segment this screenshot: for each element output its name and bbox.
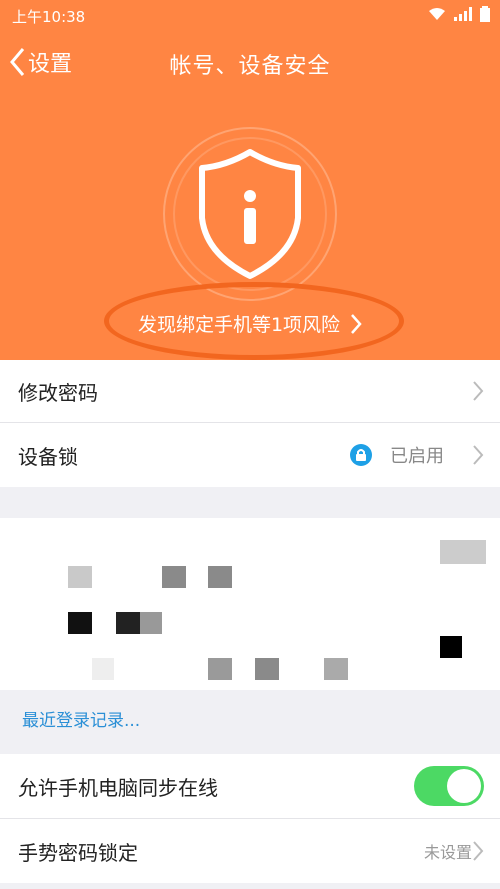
mosaic-block: [92, 658, 114, 680]
change-password-row[interactable]: 修改密码: [0, 360, 500, 422]
signal-icon: [454, 7, 472, 21]
mosaic-block: [208, 658, 232, 680]
mosaic-block: [324, 658, 348, 680]
mosaic-block: [440, 540, 486, 564]
mosaic-block: [162, 566, 186, 588]
sync-online-row: 允许手机电脑同步在线: [0, 754, 500, 818]
chevron-right-icon: [473, 445, 484, 465]
wifi-icon: [429, 8, 445, 20]
gesture-lock-label: 手势密码锁定: [18, 840, 138, 865]
mosaic-block: [140, 612, 162, 634]
gesture-lock-row[interactable]: 手势密码锁定 未设置: [0, 819, 500, 883]
chevron-right-icon: [351, 313, 362, 334]
mosaic-block: [440, 636, 462, 658]
status-time: 上午10:38: [12, 8, 86, 26]
mosaic-block: [68, 612, 92, 634]
chevron-right-icon: [473, 841, 484, 861]
security-shield: [162, 126, 338, 302]
login-devices-mosaic: [0, 518, 500, 690]
battery-icon: [480, 6, 490, 22]
status-icons: [428, 6, 490, 22]
device-lock-row[interactable]: 设备锁 已启用: [0, 423, 500, 487]
mosaic-block: [68, 566, 92, 588]
sync-online-label: 允许手机电脑同步在线: [18, 775, 218, 800]
status-bar: 上午10:38: [0, 0, 500, 30]
gesture-lock-value: 未设置: [423, 843, 472, 862]
chevron-right-icon: [473, 381, 484, 401]
risk-text: 发现绑定手机等1项风险: [137, 314, 341, 336]
shield-info-icon: [163, 127, 337, 301]
lock-icon: [350, 444, 372, 466]
sync-online-toggle[interactable]: [414, 766, 484, 806]
mosaic-block: [208, 566, 232, 588]
nav-bar: 设置 帐号、设备安全: [0, 38, 500, 88]
device-lock-status: 已启用: [390, 446, 444, 467]
recent-login-section: 最近登录记录...: [0, 690, 500, 752]
mosaic-block: [255, 658, 279, 680]
device-lock-label: 设备锁: [18, 444, 78, 469]
mosaic-block: [116, 612, 140, 634]
page-title: 帐号、设备安全: [169, 54, 331, 79]
change-password-label: 修改密码: [18, 380, 98, 405]
toggle-knob: [447, 769, 481, 803]
risk-notice[interactable]: 发现绑定手机等1项风险: [0, 310, 500, 337]
recent-login-link[interactable]: 最近登录记录...: [22, 706, 140, 731]
